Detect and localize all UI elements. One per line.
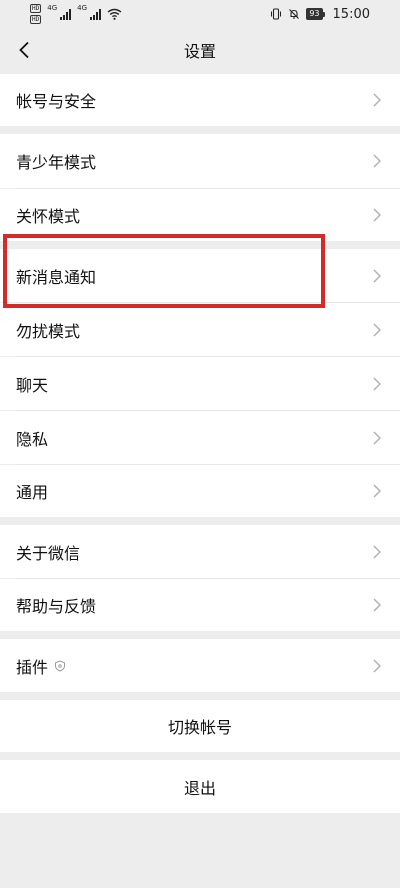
chevron-right-icon bbox=[372, 376, 382, 391]
chevron-right-icon bbox=[372, 484, 382, 498]
settings-item-label: 聊天 bbox=[16, 375, 49, 395]
page-title: 设置 bbox=[183, 42, 216, 61]
chevron-right-icon bbox=[372, 430, 382, 445]
switch-account-label: 切换帐号 bbox=[167, 718, 232, 737]
battery-tip bbox=[322, 11, 325, 17]
settings-item-label: 帮助与反馈 bbox=[16, 597, 97, 616]
settings-item-label: 帐号与安全 bbox=[16, 92, 97, 111]
battery-indicator: 93 bbox=[306, 8, 325, 20]
settings-item-label: 关于微信 bbox=[16, 543, 81, 563]
settings-item-plugins[interactable]: 插件 bbox=[0, 639, 400, 692]
chevron-right-icon bbox=[372, 322, 382, 337]
settings-item-general[interactable]: 通用 bbox=[0, 465, 400, 517]
navigation-bar: 设置 bbox=[0, 28, 400, 72]
settings-item-label: 插件 bbox=[16, 657, 49, 677]
chevron-right-icon bbox=[372, 208, 382, 222]
logout-label: 退出 bbox=[183, 778, 216, 798]
settings-item-label: 通用 bbox=[16, 483, 49, 502]
switch-account-button[interactable]: 切换帐号 bbox=[0, 700, 400, 752]
battery-level: 93 bbox=[306, 8, 323, 20]
status-right: 93 15:00 bbox=[270, 7, 370, 22]
chevron-right-icon bbox=[372, 154, 382, 168]
sim-indicators: HD HD bbox=[30, 4, 42, 24]
settings-item-do-not-disturb[interactable]: 勿扰模式 bbox=[0, 303, 400, 356]
chevron-right-icon bbox=[372, 598, 382, 612]
settings-item-chat[interactable]: 聊天 bbox=[0, 357, 400, 410]
network-type-2: 4G bbox=[77, 4, 88, 12]
network-type-1: 4G bbox=[47, 4, 58, 12]
mute-bell-icon bbox=[288, 8, 300, 20]
logout-button[interactable]: 退出 bbox=[0, 760, 400, 813]
status-left: HD HD 4G 4G bbox=[30, 4, 122, 24]
chevron-right-icon bbox=[372, 93, 382, 107]
signal-1-icon bbox=[60, 8, 72, 20]
settings-item-account-security[interactable]: 帐号与安全 bbox=[0, 74, 400, 126]
settings-item-label: 关怀模式 bbox=[16, 207, 81, 226]
back-button[interactable] bbox=[10, 36, 38, 64]
clock: 15:00 bbox=[332, 6, 370, 22]
chevron-right-icon bbox=[372, 268, 382, 283]
settings-item-help-feedback[interactable]: 帮助与反馈 bbox=[0, 579, 400, 631]
settings-item-privacy[interactable]: 隐私 bbox=[0, 411, 400, 464]
settings-item-care-mode[interactable]: 关怀模式 bbox=[0, 189, 400, 241]
vibrate-icon bbox=[270, 8, 282, 20]
settings-item-label: 隐私 bbox=[16, 429, 49, 449]
shield-icon bbox=[54, 659, 66, 672]
settings-item-teen-mode[interactable]: 青少年模式 bbox=[0, 134, 400, 188]
sim1-badge: HD bbox=[30, 4, 42, 13]
settings-item-label: 勿扰模式 bbox=[16, 321, 81, 341]
settings-item-label: 青少年模式 bbox=[16, 153, 97, 172]
plugins-label-group: 插件 bbox=[16, 654, 372, 678]
status-bar: HD HD 4G 4G 93 15:00 bbox=[0, 0, 400, 28]
chevron-left-icon bbox=[19, 41, 29, 59]
settings-item-label: 新消息通知 bbox=[16, 267, 97, 287]
signal-2-icon bbox=[90, 8, 102, 20]
settings-item-about-wechat[interactable]: 关于微信 bbox=[0, 525, 400, 578]
wifi-icon bbox=[107, 8, 122, 20]
chevron-right-icon bbox=[372, 658, 382, 673]
settings-item-new-message-notifications[interactable]: 新消息通知 bbox=[0, 249, 400, 302]
chevron-right-icon bbox=[372, 544, 382, 559]
sim2-badge: HD bbox=[30, 15, 42, 24]
